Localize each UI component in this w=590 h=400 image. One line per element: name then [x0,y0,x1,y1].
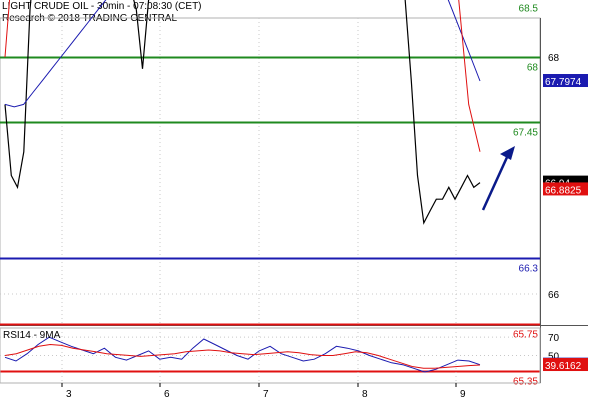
forecast-arrowhead [500,146,515,160]
x-tick-label: 6 [164,389,170,400]
level-label: 68 [527,63,539,74]
forecast-arrow [481,154,510,211]
rsi-panel: 705040.01739.6162RSI14 - 9MA [0,327,588,384]
value-tag-label: 39.6162 [545,361,582,372]
value-tag-label: 66.8825 [545,185,582,196]
x-tick-label: 9 [460,389,466,400]
rsi-line [4,336,481,373]
x-tick-label: 8 [362,389,368,400]
y-tick-label: 66 [548,290,560,301]
rsi-title: RSI14 - 9MA [3,330,61,341]
level-label: 65.75 [513,330,538,341]
price-plot-area [0,17,541,326]
y-tick-label: 68 [548,53,560,64]
x-tick-label: 3 [66,389,72,400]
y-tick-label: 70 [548,333,560,344]
price-panel: 70 68 66 68.5 68 67.45 66.3 65.75 65.35 67.7974 66… [0,0,588,388]
level-label: 68.5 [519,4,539,15]
level-label: 66.3 [519,264,539,275]
chart-canvas: 70686668.56867.4566.365.7565.3567.797466… [0,0,588,400]
x-tick-label: 7 [263,389,269,400]
price-line [4,0,481,225]
level-label: 65.35 [513,377,538,388]
x-axis: 3 6 7 8 9 [61,383,466,400]
level-label: 67.45 [513,128,538,139]
upper-band-line [4,0,481,152]
value-tag-label: 67.7974 [545,77,582,88]
